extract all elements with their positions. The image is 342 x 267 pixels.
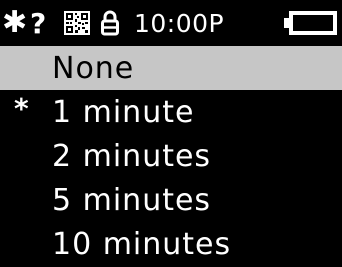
bluetooth-icon: ✱ bbox=[2, 5, 28, 40]
menu-item-1-minute[interactable]: * 1 minute bbox=[0, 90, 342, 134]
clock: 10:00P bbox=[134, 8, 225, 38]
lock-icon bbox=[101, 0, 119, 46]
menu-item-5-minutes[interactable]: 5 minutes bbox=[0, 178, 342, 222]
menu-item-none[interactable]: None bbox=[0, 46, 342, 90]
menu-item-2-minutes[interactable]: 2 minutes bbox=[0, 134, 342, 178]
timeout-menu: None * 1 minute 2 minutes 5 minutes 10 m… bbox=[0, 46, 342, 266]
status-bar: ✱ ? 10:00P bbox=[0, 0, 342, 46]
qr-code-icon bbox=[64, 0, 90, 46]
menu-item-label: 5 minutes bbox=[52, 182, 212, 218]
menu-item-label: 10 minutes bbox=[52, 226, 232, 262]
bluetooth-status: ? bbox=[30, 6, 47, 40]
current-setting-marker: * bbox=[14, 92, 30, 125]
menu-item-10-minutes[interactable]: 10 minutes bbox=[0, 222, 342, 266]
battery-icon bbox=[284, 0, 338, 46]
menu-item-label: None bbox=[52, 50, 135, 86]
menu-item-label: 1 minute bbox=[52, 94, 195, 130]
menu-item-label: 2 minutes bbox=[52, 138, 212, 174]
